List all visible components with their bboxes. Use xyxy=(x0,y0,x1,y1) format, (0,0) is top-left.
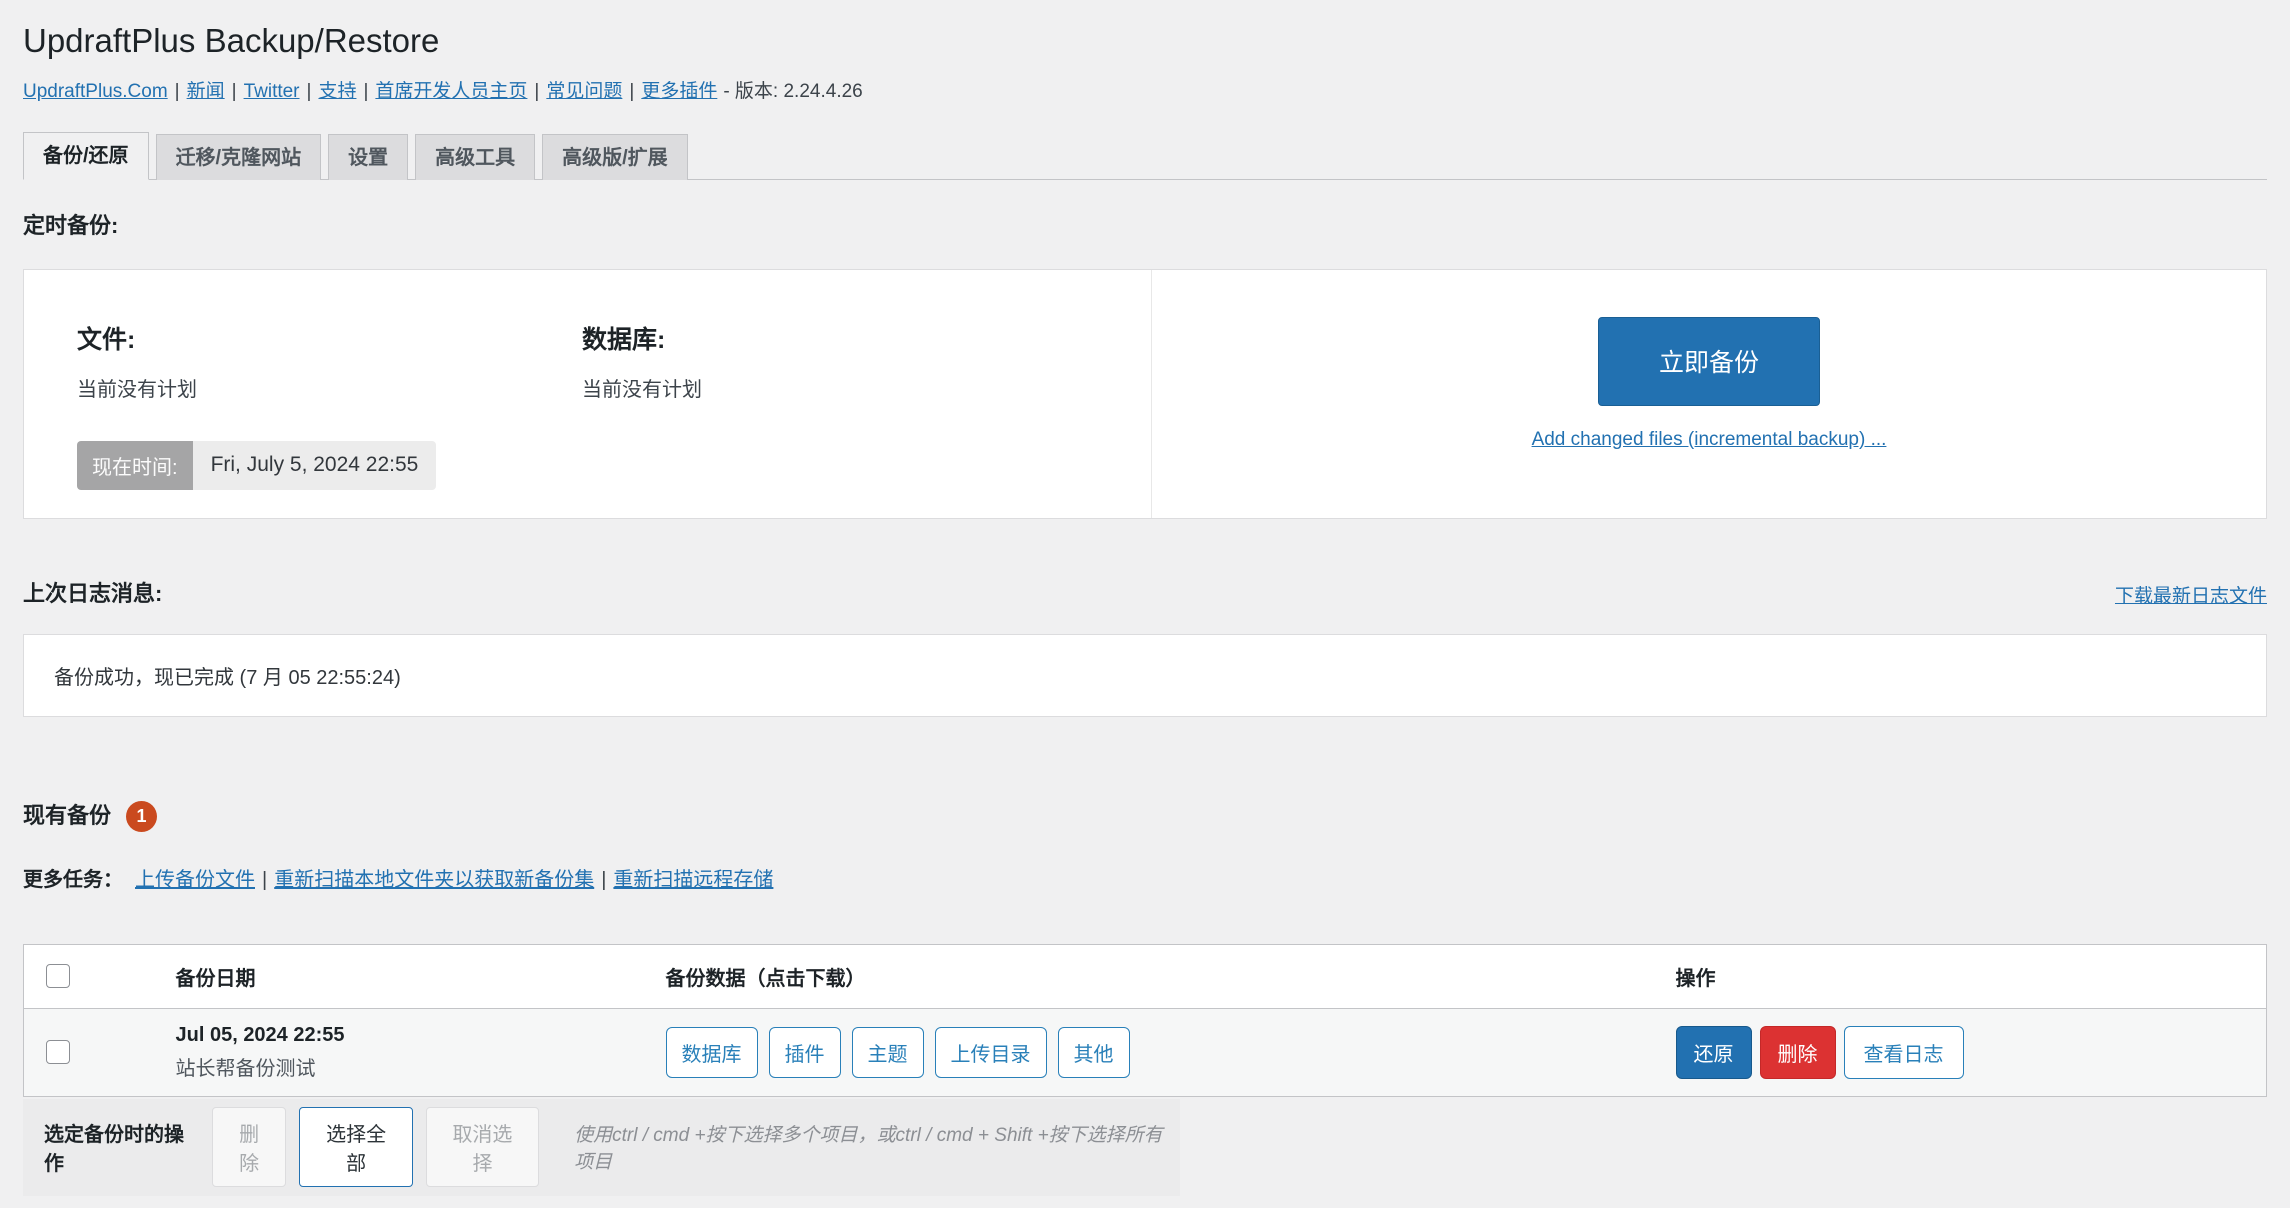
link-updraftplus-com[interactable]: UpdraftPlus.Com xyxy=(23,81,168,102)
link-separator: | xyxy=(601,869,606,891)
multi-select-hint: 使用ctrl / cmd +按下选择多个项目，或ctrl / cmd + Shi… xyxy=(574,1120,1180,1174)
last-log-heading: 上次日志消息: xyxy=(23,581,162,607)
version-text: - 版本: 2.24.4.26 xyxy=(723,81,862,102)
link-separator: | xyxy=(232,81,237,102)
existing-backups-heading: 现有备份 xyxy=(23,803,111,829)
more-tasks-row: 更多任务： 上传备份文件 | 重新扫描本地文件夹以获取新备份集 | 重新扫描远程存储 xyxy=(23,863,2267,892)
current-time-label: 现在时间: xyxy=(77,441,193,490)
scheduled-backup-panel: 文件: 当前没有计划 数据库: 当前没有计划 现在时间: Fri, July 5… xyxy=(23,269,2267,519)
download-themes-button[interactable]: 主题 xyxy=(852,1027,924,1078)
link-twitter[interactable]: Twitter xyxy=(244,81,300,102)
existing-backups-heading-row: 现有备份 1 xyxy=(23,801,2267,832)
files-label: 文件: xyxy=(77,320,582,356)
files-schedule: 文件: 当前没有计划 xyxy=(77,320,582,402)
deselect-button[interactable]: 取消选择 xyxy=(426,1107,539,1187)
download-database-button[interactable]: 数据库 xyxy=(666,1027,758,1078)
backup-now-button[interactable]: 立即备份 xyxy=(1598,317,1820,406)
updraftplus-admin-page: UpdraftPlus Backup/Restore UpdraftPlus.C… xyxy=(0,20,2290,1196)
download-others-button[interactable]: 其他 xyxy=(1058,1027,1130,1078)
column-header-actions: 操作 xyxy=(1676,944,2267,1008)
view-log-button[interactable]: 查看日志 xyxy=(1844,1026,1964,1079)
link-news[interactable]: 新闻 xyxy=(187,81,225,102)
files-status: 当前没有计划 xyxy=(77,373,582,402)
bulk-actions-panel: 选定备份时的操作 删除 选择全部 取消选择 使用ctrl / cmd +按下选择… xyxy=(23,1099,1180,1196)
last-log-row: 上次日志消息: 下载最新日志文件 xyxy=(23,581,2267,608)
link-more-plugins[interactable]: 更多插件 xyxy=(641,81,717,102)
header-links: UpdraftPlus.Com | 新闻 | Twitter | 支持 | 首席开发人员主页 | 常… xyxy=(23,76,2267,103)
link-separator: | xyxy=(534,81,539,102)
link-support[interactable]: 支持 xyxy=(318,81,356,102)
table-header-row: 备份日期 备份数据（点击下载） 操作 xyxy=(24,944,2267,1008)
tab-premium-extensions[interactable]: 高级版/扩展 xyxy=(542,134,688,180)
backup-now-area: 立即备份 Add changed files (incremental back… xyxy=(1151,270,2266,518)
link-lead-developer-home[interactable]: 首席开发人员主页 xyxy=(375,81,527,102)
download-uploads-button[interactable]: 上传目录 xyxy=(935,1027,1047,1078)
link-separator: | xyxy=(363,81,368,102)
tab-migrate-clone[interactable]: 迁移/克隆网站 xyxy=(156,134,322,180)
upload-backup-files-link[interactable]: 上传备份文件 xyxy=(135,869,255,891)
select-all-checkbox[interactable] xyxy=(46,964,70,988)
link-separator: | xyxy=(307,81,312,102)
backup-data-cell: 数据库 插件 主题 上传目录 其他 xyxy=(666,1008,1676,1096)
delete-button[interactable]: 删除 xyxy=(1760,1026,1836,1079)
table-row: Jul 05, 2024 22:55 站长帮备份测试 数据库 插件 主题 上传目… xyxy=(24,1008,2267,1096)
page-title: UpdraftPlus Backup/Restore xyxy=(23,20,2267,61)
backup-site-name: 站长帮备份测试 xyxy=(176,1058,666,1080)
schedule-status-area: 文件: 当前没有计划 数据库: 当前没有计划 现在时间: Fri, July 5… xyxy=(24,270,1151,518)
tab-backup-restore[interactable]: 备份/还原 xyxy=(23,132,149,180)
rescan-local-folder-link[interactable]: 重新扫描本地文件夹以获取新备份集 xyxy=(274,869,594,891)
download-plugins-button[interactable]: 插件 xyxy=(769,1027,841,1078)
more-tasks-label: 更多任务： xyxy=(23,869,123,891)
incremental-backup-link[interactable]: Add changed files (incremental backup) .… xyxy=(1532,429,1887,451)
bulk-actions-label: 选定备份时的操作 xyxy=(44,1118,199,1176)
database-schedule: 数据库: 当前没有计划 xyxy=(582,320,1087,402)
link-separator: | xyxy=(262,869,267,891)
existing-backups-table: 备份日期 备份数据（点击下载） 操作 Jul 05, 2024 22:55 站长… xyxy=(23,944,2267,1097)
nav-tabs: 备份/还原迁移/克隆网站设置高级工具高级版/扩展 xyxy=(23,132,2267,180)
column-header-backup-data: 备份数据（点击下载） xyxy=(666,944,1676,1008)
current-time-value: Fri, July 5, 2024 22:55 xyxy=(193,441,437,490)
backup-date: Jul 05, 2024 22:55 xyxy=(176,1024,666,1046)
backup-count-badge: 1 xyxy=(126,801,157,832)
select-all-button[interactable]: 选择全部 xyxy=(299,1107,412,1187)
download-latest-log-link[interactable]: 下载最新日志文件 xyxy=(2115,581,2267,608)
link-separator: | xyxy=(175,81,180,102)
actions-cell: 还原 删除 查看日志 xyxy=(1676,1008,2267,1096)
scheduled-backup-heading: 定时备份: xyxy=(23,213,2267,239)
database-status: 当前没有计划 xyxy=(582,373,1087,402)
bulk-delete-button[interactable]: 删除 xyxy=(212,1107,287,1187)
last-log-panel: 备份成功，现已完成 (7 月 05 22:55:24) xyxy=(23,634,2267,717)
link-separator: | xyxy=(629,81,634,102)
backup-date-cell: Jul 05, 2024 22:55 站长帮备份测试 xyxy=(176,1008,666,1096)
link-faq[interactable]: 常见问题 xyxy=(546,81,622,102)
tab-settings[interactable]: 设置 xyxy=(328,134,408,180)
column-header-backup-date: 备份日期 xyxy=(176,944,666,1008)
row-checkbox[interactable] xyxy=(46,1040,70,1064)
rescan-remote-storage-link[interactable]: 重新扫描远程存储 xyxy=(613,869,773,891)
restore-button[interactable]: 还原 xyxy=(1676,1026,1752,1079)
last-log-message: 备份成功，现已完成 (7 月 05 22:55:24) xyxy=(54,661,401,690)
current-time-badge: 现在时间: Fri, July 5, 2024 22:55 xyxy=(77,441,436,490)
database-label: 数据库: xyxy=(582,320,1087,356)
tab-advanced-tools[interactable]: 高级工具 xyxy=(415,134,535,180)
